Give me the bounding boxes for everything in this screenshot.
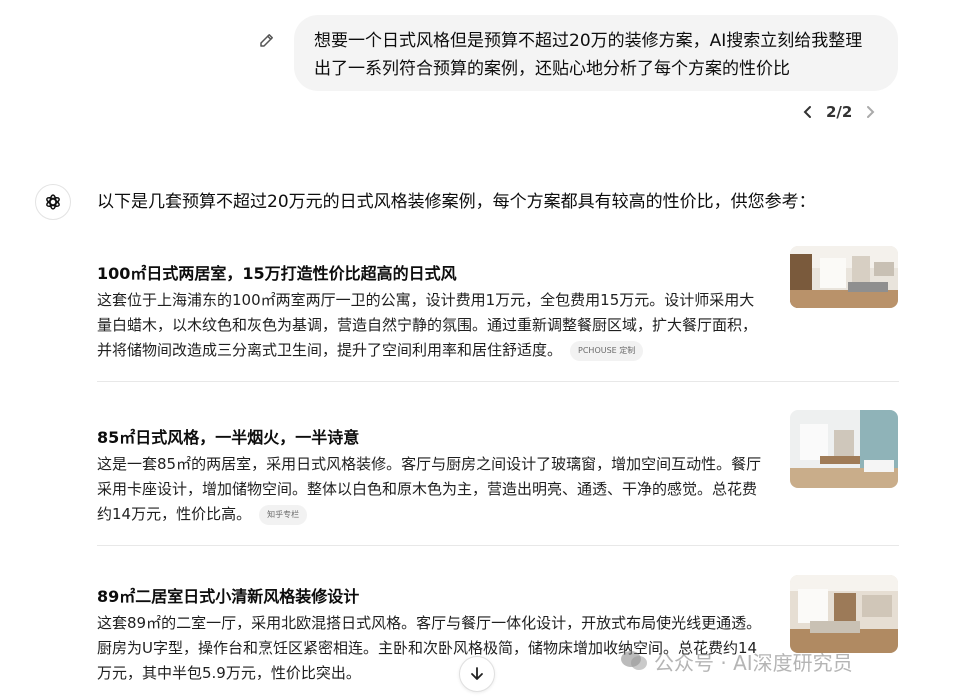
next-response-button[interactable] [860,100,880,124]
watermark-text: 公众号 · AI深度研究员 [654,650,853,675]
card-description: 这是一套85㎡的两居室，采用日式风格装修。客厅与厨房之间设计了玻璃窗，增加空间互… [97,452,767,527]
card-description: 这套位于上海浦东的100㎡两室两厅一卫的公寓，设计费用1万元，全包费用15万元。… [97,288,767,363]
card-title[interactable]: 89㎡二居室日式小清新风格装修设计 [97,585,359,609]
source-chip[interactable]: PCHOUSE 定制 [570,340,644,361]
wechat-icon [621,651,647,670]
chat-page: 想要一个日式风格但是预算不超过20万的装修方案，AI搜索立刻给我整理出了一系列符… [0,0,958,699]
card-title[interactable]: 85㎡日式风格，一半烟火，一半诗意 [97,426,359,450]
card-thumbnail[interactable] [790,246,898,308]
card-thumbnail[interactable] [790,410,898,488]
divider [97,381,899,382]
card-description-text: 这套位于上海浦东的100㎡两室两厅一卫的公寓，设计费用1万元，全包费用15万元。… [97,291,758,359]
divider [97,545,899,546]
living-room-photo-icon [790,246,898,308]
arrow-down-icon [471,667,483,680]
openai-logo-icon [46,194,60,210]
response-pager: 2/2 [798,100,880,124]
assistant-avatar [35,184,71,220]
bedroom-photo-icon [790,575,898,653]
assistant-intro-text: 以下是几套预算不超过20万元的日式风格装修案例，每个方案都具有较高的性价比，供您… [97,192,816,212]
user-message-bubble: 想要一个日式风格但是预算不超过20万的装修方案，AI搜索立刻给我整理出了一系列符… [294,15,898,91]
user-message-text: 想要一个日式风格但是预算不超过20万的装修方案，AI搜索立刻给我整理出了一系列符… [314,31,863,79]
watermark: 公众号 · AI深度研究员 [620,646,853,676]
card-title[interactable]: 100㎡日式两居室，15万打造性价比超高的日式风 [97,262,457,286]
scroll-down-button[interactable] [459,656,495,692]
dining-room-photo-icon [790,410,898,488]
previous-response-button[interactable] [798,100,818,124]
edit-message-button[interactable] [256,29,278,51]
pencil-icon [260,34,273,47]
card-description-text: 这是一套85㎡的两居室，采用日式风格装修。客厅与厨房之间设计了玻璃窗，增加空间互… [97,455,762,523]
card-thumbnail[interactable] [790,575,898,653]
source-chip[interactable]: 知乎专栏 [259,504,308,525]
pager-count: 2/2 [826,103,853,121]
chevron-left-icon [803,106,811,118]
chevron-right-icon [867,106,875,118]
